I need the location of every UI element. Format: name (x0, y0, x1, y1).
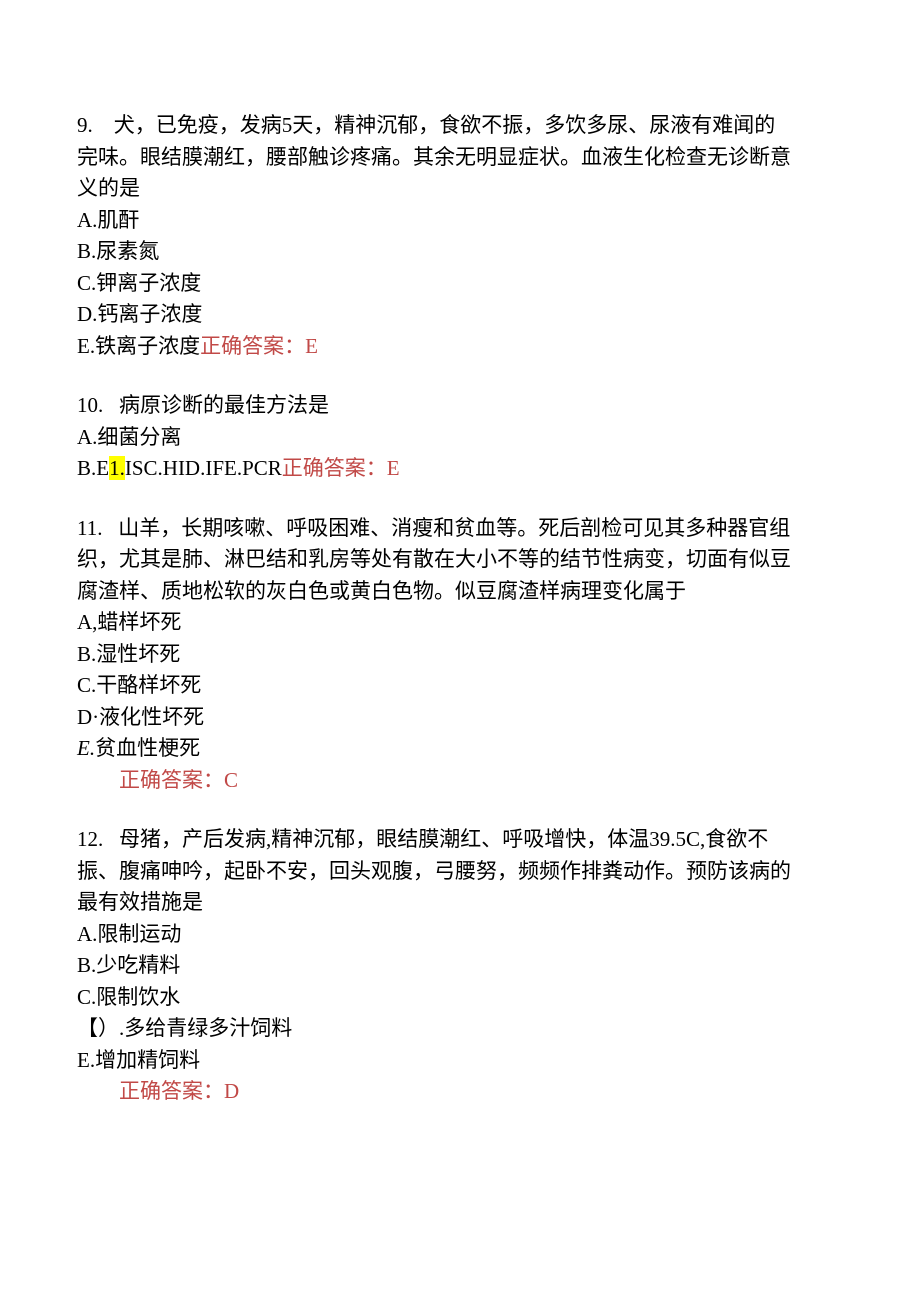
q11-opte-text: 贫血性梗死 (95, 736, 200, 760)
q11-number: 11. (77, 516, 102, 540)
q9-stem-line3: 义的是 (77, 173, 843, 205)
q9-answer: 正确答案：E (200, 334, 318, 358)
q10-optb-post: ISC.HID.IFE.PCR (125, 456, 282, 480)
q9-stem1-text: 犬，已免疫，发病5天，精神沉郁，食欲不振，多饮多尿、尿液有难闻的 (114, 113, 776, 137)
q12-option-d: 【）.多给青绿多汁饲料 (77, 1013, 843, 1045)
q10-optb-highlight: 1. (109, 456, 125, 480)
q12-option-b: B.少吃精料 (77, 950, 843, 982)
q11-opte-prefix: E. (77, 736, 95, 760)
q9-option-c: C.钾离子浓度 (77, 268, 843, 300)
q12-option-c: C.限制饮水 (77, 982, 843, 1014)
q10-stem-text: 病原诊断的最佳方法是 (119, 393, 329, 417)
q9-number: 9. (77, 113, 93, 137)
q9-option-a: A.肌酐 (77, 205, 843, 237)
q11-stem-line1: 11. 山羊，长期咳嗽、呼吸困难、消瘦和贫血等。死后剖检可见其多种器官组 (77, 513, 843, 545)
q12-number: 12. (77, 827, 103, 851)
q10-answer: 正确答案：E (282, 456, 400, 480)
q11-option-b: B.湿性坏死 (77, 639, 843, 671)
q12-answer: 正确答案：D (77, 1076, 843, 1108)
q11-option-a: A,蜡样坏死 (77, 607, 843, 639)
q12-stem1-text: 母猪，产后发病,精神沉郁，眼结膜潮红、呼吸增快，体温39.5C,食欲不 (119, 827, 768, 851)
q10-optb-pre: B.E (77, 456, 109, 480)
q12-stem-line3: 最有效措施是 (77, 887, 843, 919)
q12-option-e: E.增加精饲料 (77, 1045, 843, 1077)
q9-stem-line2: 完味。眼结膜潮红，腰部触诊疼痛。其余无明显症状。血液生化检查无诊断意 (77, 142, 843, 174)
q10-option-b-line: B.E1.ISC.HID.IFE.PCR正确答案：E (77, 453, 843, 485)
q9-stem-line1: 9. 犬，已免疫，发病5天，精神沉郁，食欲不振，多饮多尿、尿液有难闻的 (77, 110, 843, 142)
q11-stem1-text: 山羊，长期咳嗽、呼吸困难、消瘦和贫血等。死后剖检可见其多种器官组 (118, 516, 790, 540)
q9-option-b: B.尿素氮 (77, 236, 843, 268)
q11-stem-line3: 腐渣样、质地松软的灰白色或黄白色物。似豆腐渣样病理变化属于 (77, 576, 843, 608)
question-10: 10. 病原诊断的最佳方法是 A.细菌分离 B.E1.ISC.HID.IFE.P… (77, 390, 843, 485)
question-12: 12. 母猪，产后发病,精神沉郁，眼结膜潮红、呼吸增快，体温39.5C,食欲不 … (77, 824, 843, 1108)
q12-stem-line1: 12. 母猪，产后发病,精神沉郁，眼结膜潮红、呼吸增快，体温39.5C,食欲不 (77, 824, 843, 856)
q12-option-a: A.限制运动 (77, 919, 843, 951)
q11-stem-line2: 织，尤其是肺、淋巴结和乳房等处有散在大小不等的结节性病变，切面有似豆 (77, 544, 843, 576)
q10-stem-line: 10. 病原诊断的最佳方法是 (77, 390, 843, 422)
q11-option-e: E.贫血性梗死 (77, 733, 843, 765)
q11-option-c: C.干酪样坏死 (77, 670, 843, 702)
q10-option-a: A.细菌分离 (77, 422, 843, 454)
q9-option-e-line: E.铁离子浓度正确答案：E (77, 331, 843, 363)
q9-option-d: D.钙离子浓度 (77, 299, 843, 331)
q9-option-e-text: E.铁离子浓度 (77, 334, 200, 358)
q12-stem-line2: 振、腹痛呻吟，起卧不安，回头观腹，弓腰努，频频作排粪动作。预防该病的 (77, 856, 843, 888)
q10-number: 10. (77, 393, 103, 417)
question-11: 11. 山羊，长期咳嗽、呼吸困难、消瘦和贫血等。死后剖检可见其多种器官组 织，尤… (77, 513, 843, 797)
question-9: 9. 犬，已免疫，发病5天，精神沉郁，食欲不振，多饮多尿、尿液有难闻的 完味。眼… (77, 110, 843, 362)
q11-option-d: D·液化性坏死 (77, 702, 843, 734)
q11-answer: 正确答案：C (77, 765, 843, 797)
